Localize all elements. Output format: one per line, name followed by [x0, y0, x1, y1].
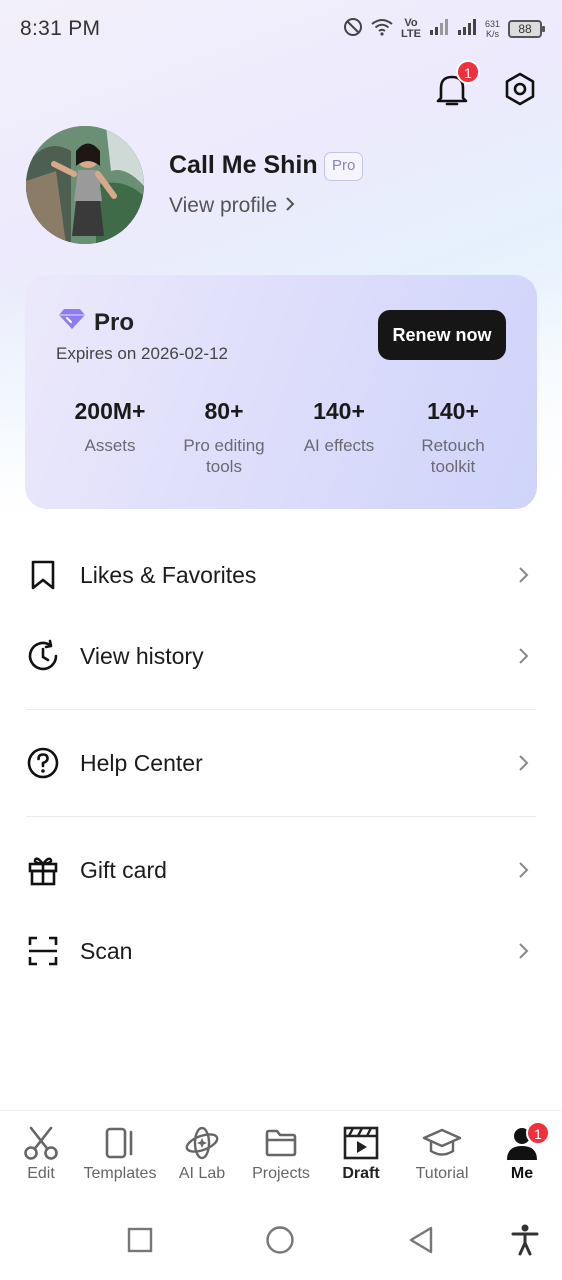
stat-pro-editing-tools: 80+ Pro editing tools [168, 398, 280, 477]
network-speed-unit: K/s [485, 29, 499, 39]
menu-item-label: Gift card [80, 856, 167, 883]
chevron-right-icon [518, 860, 532, 880]
stat-value: 140+ [313, 398, 365, 424]
menu-item-scan[interactable]: Scan [0, 916, 562, 986]
chevron-right-icon [285, 194, 295, 218]
nav-label: Me [510, 1165, 534, 1182]
nav-item-tutorial[interactable]: Tutorial [402, 1123, 482, 1183]
network-type: Vo LTE [401, 18, 421, 40]
pro-expiry-date: Expires on 2026-02-12 [56, 344, 229, 363]
system-navigation-bar [0, 1200, 562, 1280]
menu-item-label: Likes & Favorites [80, 561, 257, 588]
stat-retouch-toolkit: 140+ Retouch toolkit [397, 398, 509, 477]
stat-ai-effects: 140+ AI effects [283, 398, 395, 456]
nav-item-draft[interactable]: Draft [321, 1123, 401, 1183]
scan-icon [26, 934, 60, 968]
nav-label: Draft [342, 1165, 380, 1182]
pro-membership-card: Pro Expires on 2026-02-12 Renew now 200M… [25, 275, 537, 509]
home-button[interactable] [263, 1225, 297, 1259]
chevron-right-icon [518, 565, 532, 585]
stat-label: Assets [84, 436, 136, 455]
settings-button[interactable] [500, 71, 540, 111]
circle-icon [265, 1225, 295, 1260]
folder-icon [241, 1123, 321, 1163]
profile-name: Call Me Shin [169, 151, 318, 179]
graduation-cap-icon [402, 1123, 482, 1163]
pro-card-title-text: Pro [94, 308, 135, 336]
renew-now-button[interactable]: Renew now [378, 310, 506, 360]
accessibility-icon [511, 1224, 539, 1261]
notification-badge: 1 [456, 60, 480, 84]
view-profile-link[interactable]: View profile [169, 194, 295, 218]
templates-icon [80, 1123, 160, 1163]
signal-icon-2 [457, 18, 477, 41]
clapperboard-icon [321, 1123, 401, 1163]
settings-icon [502, 71, 538, 112]
menu-item-label: View history [80, 642, 204, 669]
person-icon [482, 1123, 562, 1163]
avatar[interactable] [26, 126, 144, 244]
scissors-icon [1, 1123, 81, 1163]
network-speed-value: 631 [484, 19, 500, 29]
divider [26, 816, 536, 817]
diamond-icon [58, 308, 86, 337]
help-icon [26, 746, 60, 780]
me-badge: 1 [526, 1121, 550, 1145]
gift-icon [26, 853, 60, 887]
nav-label: Edit [27, 1165, 55, 1182]
nav-label: Templates [83, 1165, 157, 1182]
chevron-right-icon [518, 646, 532, 666]
menu-item-label: Help Center [80, 749, 203, 776]
stat-value: 80+ [204, 398, 244, 424]
square-icon [127, 1227, 153, 1258]
avatar-image [26, 126, 144, 244]
chevron-right-icon [518, 941, 532, 961]
triangle-back-icon [407, 1225, 435, 1260]
bottom-navigation: Edit Templates AI Lab Projects Draft Tut… [0, 1110, 562, 1200]
nav-label: AI Lab [178, 1165, 226, 1182]
stat-label: AI effects [303, 436, 375, 455]
menu-item-help-center[interactable]: Help Center [0, 728, 562, 798]
nav-label: Projects [252, 1165, 310, 1182]
recents-button[interactable] [123, 1225, 157, 1259]
nav-item-projects[interactable]: Projects [241, 1123, 321, 1183]
stat-assets: 200M+ Assets [54, 398, 166, 456]
stat-value: 140+ [427, 398, 479, 424]
wifi-icon [371, 18, 393, 41]
menu-item-label: Scan [80, 937, 133, 964]
stat-label: Retouch toolkit [421, 436, 485, 476]
history-icon [26, 639, 60, 673]
stat-label: Pro editing tools [183, 436, 265, 476]
nav-item-edit[interactable]: Edit [1, 1123, 81, 1183]
view-profile-label: View profile [169, 194, 278, 217]
menu-item-gift-card[interactable]: Gift card [0, 835, 562, 905]
bookmark-icon [26, 558, 60, 592]
network-type-bottom: LTE [401, 28, 421, 40]
signal-icon-1 [429, 18, 449, 41]
back-button[interactable] [404, 1225, 438, 1259]
menu-item-view-history[interactable]: View history [0, 621, 562, 691]
menu-item-likes-favorites[interactable]: Likes & Favorites [0, 540, 562, 610]
accessibility-button[interactable] [508, 1224, 542, 1261]
pro-card-title: Pro [58, 308, 134, 337]
status-time: 8:31 PM [20, 17, 101, 40]
nav-item-ai-lab[interactable]: AI Lab [162, 1123, 242, 1183]
ai-lab-icon [162, 1123, 242, 1163]
stat-value: 200M+ [74, 398, 146, 424]
status-bar: 8:31 PM Vo LTE 631 K/s 88 [0, 0, 562, 58]
divider [26, 709, 536, 710]
do-not-disturb-icon [343, 17, 363, 42]
nav-item-templates[interactable]: Templates [80, 1123, 160, 1183]
status-icons: Vo LTE 631 K/s 88 [343, 17, 545, 42]
network-speed: 631 K/s [485, 19, 500, 39]
pro-badge: Pro [324, 152, 364, 181]
chevron-right-icon [518, 753, 532, 773]
nav-label: Tutorial [415, 1165, 469, 1182]
nav-item-me[interactable]: Me 1 [482, 1121, 562, 1183]
battery-icon: 88 [508, 20, 545, 38]
notification-button[interactable]: 1 [432, 60, 480, 112]
